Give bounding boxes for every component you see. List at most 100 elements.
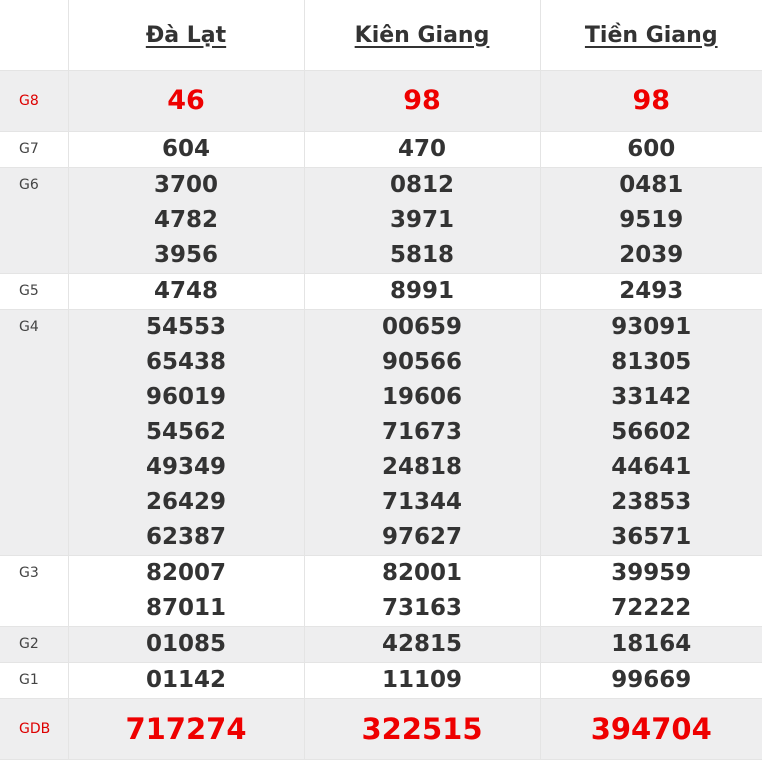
prize-cell: 98 (540, 71, 762, 132)
prize-cell: 54553 65438 96019 54562 49349 26429 6238… (68, 310, 304, 556)
prize-number: 4748 (69, 274, 304, 309)
province-name[interactable]: Kiên Giang (355, 23, 490, 48)
prize-row-g4: G4 54553 65438 96019 54562 49349 26429 6… (0, 310, 762, 556)
prize-cell: 0481 9519 2039 (540, 168, 762, 274)
prize-number: 73163 (305, 591, 540, 626)
prize-label: G5 (0, 274, 68, 310)
prize-number: 604 (69, 132, 304, 167)
prize-label: G6 (0, 168, 68, 274)
prize-cell: 39959 72222 (540, 556, 762, 627)
prize-row-g7: G7 604 470 600 (0, 132, 762, 168)
prize-number: 54562 (69, 415, 304, 450)
prize-row-g1: G1 01142 11109 99669 (0, 663, 762, 699)
prize-number: 36571 (541, 520, 762, 555)
prize-row-g3: G3 82007 87011 82001 73163 39959 72222 (0, 556, 762, 627)
prize-number: 98 (305, 71, 540, 131)
prize-cell: 01085 (68, 627, 304, 663)
prize-number: 90566 (305, 345, 540, 380)
prize-number: 600 (541, 132, 762, 167)
prize-cell: 8991 (304, 274, 540, 310)
prize-cell: 46 (68, 71, 304, 132)
prize-number: 97627 (305, 520, 540, 555)
prize-number: 39959 (541, 556, 762, 591)
prize-number: 2039 (541, 238, 762, 273)
prize-number: 3700 (69, 168, 304, 203)
prize-row-gdb: GDB 717274 322515 394704 (0, 699, 762, 760)
prize-number: 62387 (69, 520, 304, 555)
prize-cell: 00659 90566 19606 71673 24818 71344 9762… (304, 310, 540, 556)
prize-cell: 394704 (540, 699, 762, 760)
prize-label: G8 (0, 71, 68, 132)
prize-number: 44641 (541, 450, 762, 485)
prize-number: 82007 (69, 556, 304, 591)
prize-number: 98 (541, 71, 762, 131)
prize-number: 56602 (541, 415, 762, 450)
prize-number: 9519 (541, 203, 762, 238)
prize-label: G4 (0, 310, 68, 556)
prize-cell: 82001 73163 (304, 556, 540, 627)
prize-cell: 0812 3971 5818 (304, 168, 540, 274)
prize-cell: 604 (68, 132, 304, 168)
prize-cell: 82007 87011 (68, 556, 304, 627)
prize-number: 87011 (69, 591, 304, 626)
prize-label: G3 (0, 556, 68, 627)
prize-number: 0812 (305, 168, 540, 203)
prize-number: 33142 (541, 380, 762, 415)
prize-number: 19606 (305, 380, 540, 415)
prize-cell: 11109 (304, 663, 540, 699)
prize-label: GDB (0, 699, 68, 760)
prize-cell: 99669 (540, 663, 762, 699)
prize-number: 72222 (541, 591, 762, 626)
province-header-tiengiang[interactable]: Tiền Giang (540, 0, 762, 71)
prize-number: 42815 (305, 627, 540, 662)
prize-cell: 93091 81305 33142 56602 44641 23853 3657… (540, 310, 762, 556)
prize-number: 93091 (541, 310, 762, 345)
prize-cell: 322515 (304, 699, 540, 760)
province-header-dalat[interactable]: Đà Lạt (68, 0, 304, 71)
prize-number: 71344 (305, 485, 540, 520)
prize-row-g6: G6 3700 4782 3956 0812 3971 5818 0481 95… (0, 168, 762, 274)
prize-number: 24818 (305, 450, 540, 485)
prize-cell: 98 (304, 71, 540, 132)
prize-cell: 42815 (304, 627, 540, 663)
prize-number: 5818 (305, 238, 540, 273)
prize-number: 81305 (541, 345, 762, 380)
prize-number: 2493 (541, 274, 762, 309)
prize-number: 8991 (305, 274, 540, 309)
prize-cell: 18164 (540, 627, 762, 663)
prize-number: 322515 (305, 699, 540, 759)
prize-number: 54553 (69, 310, 304, 345)
prize-number: 3956 (69, 238, 304, 273)
prize-row-g5: G5 4748 8991 2493 (0, 274, 762, 310)
prize-cell: 01142 (68, 663, 304, 699)
prize-number: 717274 (69, 699, 304, 759)
prize-number: 18164 (541, 627, 762, 662)
prize-label: G2 (0, 627, 68, 663)
header-row: Đà Lạt Kiên Giang Tiền Giang (0, 0, 762, 71)
prize-number: 23853 (541, 485, 762, 520)
prize-number: 01085 (69, 627, 304, 662)
prize-cell: 2493 (540, 274, 762, 310)
prize-number: 99669 (541, 663, 762, 698)
prize-number: 71673 (305, 415, 540, 450)
prize-cell: 4748 (68, 274, 304, 310)
prize-row-g2: G2 01085 42815 18164 (0, 627, 762, 663)
prize-number: 470 (305, 132, 540, 167)
prize-number: 3971 (305, 203, 540, 238)
prize-number: 96019 (69, 380, 304, 415)
prize-number: 65438 (69, 345, 304, 380)
province-header-kiengiang[interactable]: Kiên Giang (304, 0, 540, 71)
prize-number: 46 (69, 71, 304, 131)
prize-number: 26429 (69, 485, 304, 520)
province-name[interactable]: Tiền Giang (585, 23, 718, 48)
prize-number: 49349 (69, 450, 304, 485)
prize-cell: 600 (540, 132, 762, 168)
prize-number: 11109 (305, 663, 540, 698)
prize-label: G7 (0, 132, 68, 168)
prize-row-g8: G8 46 98 98 (0, 71, 762, 132)
prize-number: 4782 (69, 203, 304, 238)
province-name[interactable]: Đà Lạt (146, 23, 226, 48)
lottery-results-table: Đà Lạt Kiên Giang Tiền Giang G8 46 98 98… (0, 0, 762, 760)
prize-number: 394704 (541, 699, 762, 759)
prize-cell: 717274 (68, 699, 304, 760)
